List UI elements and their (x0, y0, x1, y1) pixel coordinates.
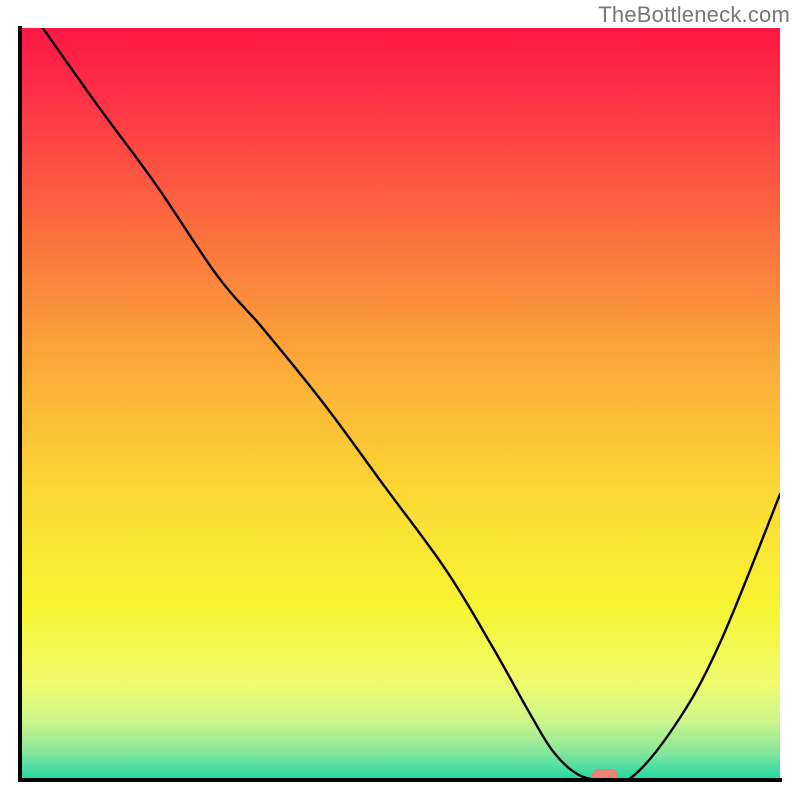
watermark-text: TheBottleneck.com (598, 2, 790, 28)
curve-layer (20, 28, 780, 780)
optimal-marker (592, 769, 618, 780)
chart-container: TheBottleneck.com (0, 0, 800, 800)
plot-area (20, 28, 780, 780)
bottleneck-curve (43, 28, 780, 780)
